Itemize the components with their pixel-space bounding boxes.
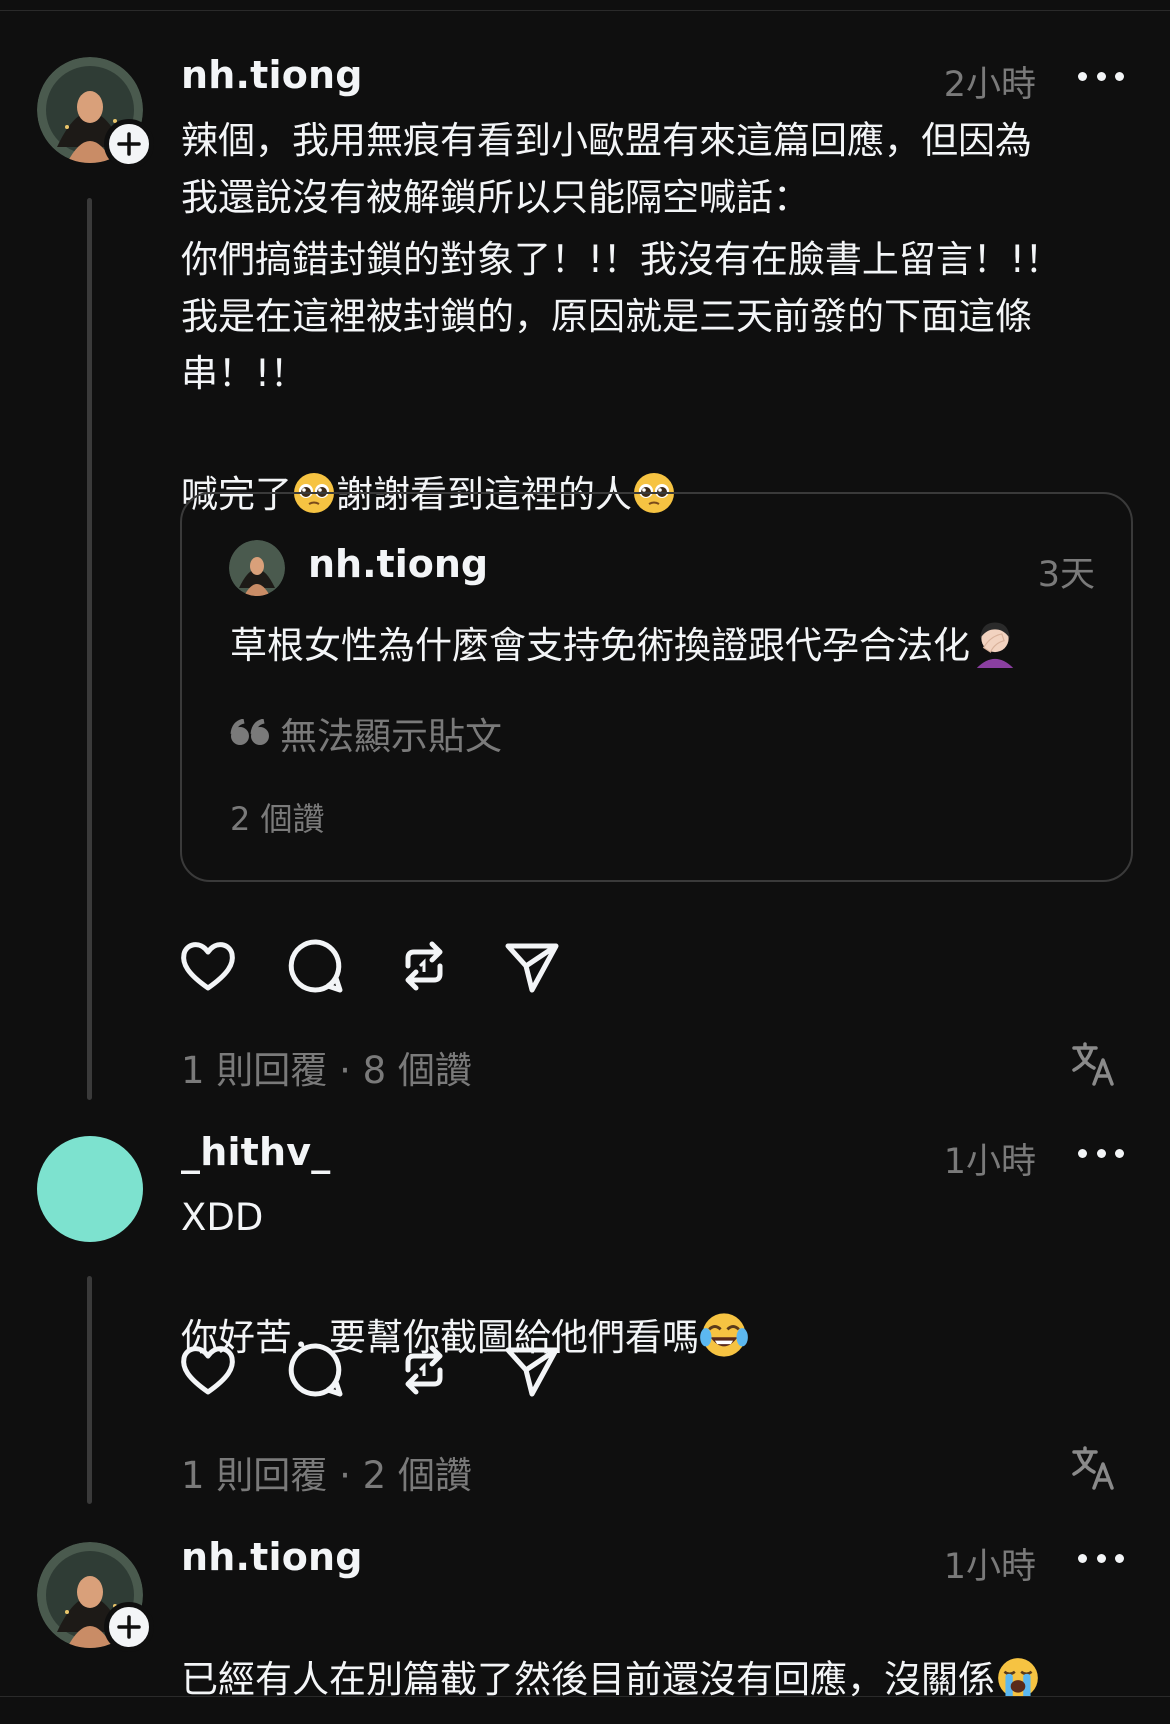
- post-time: 1小時: [943, 1547, 1036, 1587]
- translate-icon[interactable]: [1070, 1040, 1116, 1086]
- post-time: 2小時: [943, 65, 1036, 105]
- quoted-like-count[interactable]: 2 個讚: [230, 794, 325, 840]
- quoted-avatar: [229, 540, 285, 596]
- thread-line: [87, 1276, 92, 1504]
- repost-icon[interactable]: [394, 936, 454, 996]
- avatar[interactable]: [37, 1136, 143, 1242]
- quoted-text: 草根女性為什麼會支持免術換證跟代孕合法化: [230, 618, 1020, 672]
- follow-button[interactable]: [104, 1602, 154, 1652]
- post-text-1: 辣個，我用無痕有看到小歐盟有來這篇回應，但因為 我還說沒有被解鎖所以只能隔空喊話…: [181, 119, 1032, 219]
- comment-icon[interactable]: [286, 1340, 346, 1400]
- plus-icon: [117, 1615, 141, 1639]
- post-text-1: XDD: [181, 1196, 264, 1239]
- reply-like-count[interactable]: 1 則回覆 · 2 個讚: [181, 1445, 472, 1499]
- username[interactable]: nh.tiong: [181, 53, 363, 97]
- more-button[interactable]: [1078, 66, 1124, 86]
- heart-icon[interactable]: [178, 936, 238, 996]
- reply-like-count[interactable]: 1 則回覆 · 8 個讚: [181, 1040, 472, 1094]
- send-icon[interactable]: [502, 1340, 562, 1400]
- repost-icon[interactable]: [394, 1340, 454, 1400]
- loudly-crying-face-icon: [998, 1658, 1038, 1699]
- post-time: 1小時: [943, 1142, 1036, 1182]
- post-unavailable: 無法顯示貼文: [230, 706, 502, 760]
- follow-button[interactable]: [104, 119, 154, 169]
- facepalm-woman-icon: [976, 622, 1014, 668]
- post-text-2: 你們搞錯封鎖的對象了！!！我沒有在臉書上留言！!！ 我是在這裡被封鎖的，原因就是…: [181, 238, 1062, 395]
- tears-of-joy-icon: [700, 1313, 748, 1357]
- heart-icon[interactable]: [178, 1340, 238, 1400]
- quoted-post-card[interactable]: nh.tiong 3天 草根女性為什麼會支持免術換證跟代孕合法化 無法顯示貼文 …: [180, 492, 1133, 882]
- send-icon[interactable]: [502, 936, 562, 996]
- top-divider: [0, 0, 1170, 11]
- comment-icon[interactable]: [286, 936, 346, 996]
- translate-icon[interactable]: [1070, 1444, 1116, 1490]
- quoted-username[interactable]: nh.tiong: [308, 542, 488, 586]
- bottom-edge: [0, 1696, 1170, 1724]
- quoted-time: 3天: [1037, 555, 1095, 595]
- username[interactable]: nh.tiong: [181, 1535, 363, 1579]
- more-button[interactable]: [1078, 1548, 1124, 1568]
- plus-icon: [117, 132, 141, 156]
- username[interactable]: _hithv_: [181, 1130, 330, 1174]
- thread-line: [87, 198, 92, 1100]
- post-text-1: 已經有人在別篇截了然後目前還沒有回應，沒關係: [181, 1594, 1121, 1708]
- quote-marks-icon: [230, 719, 269, 745]
- more-button[interactable]: [1078, 1143, 1124, 1163]
